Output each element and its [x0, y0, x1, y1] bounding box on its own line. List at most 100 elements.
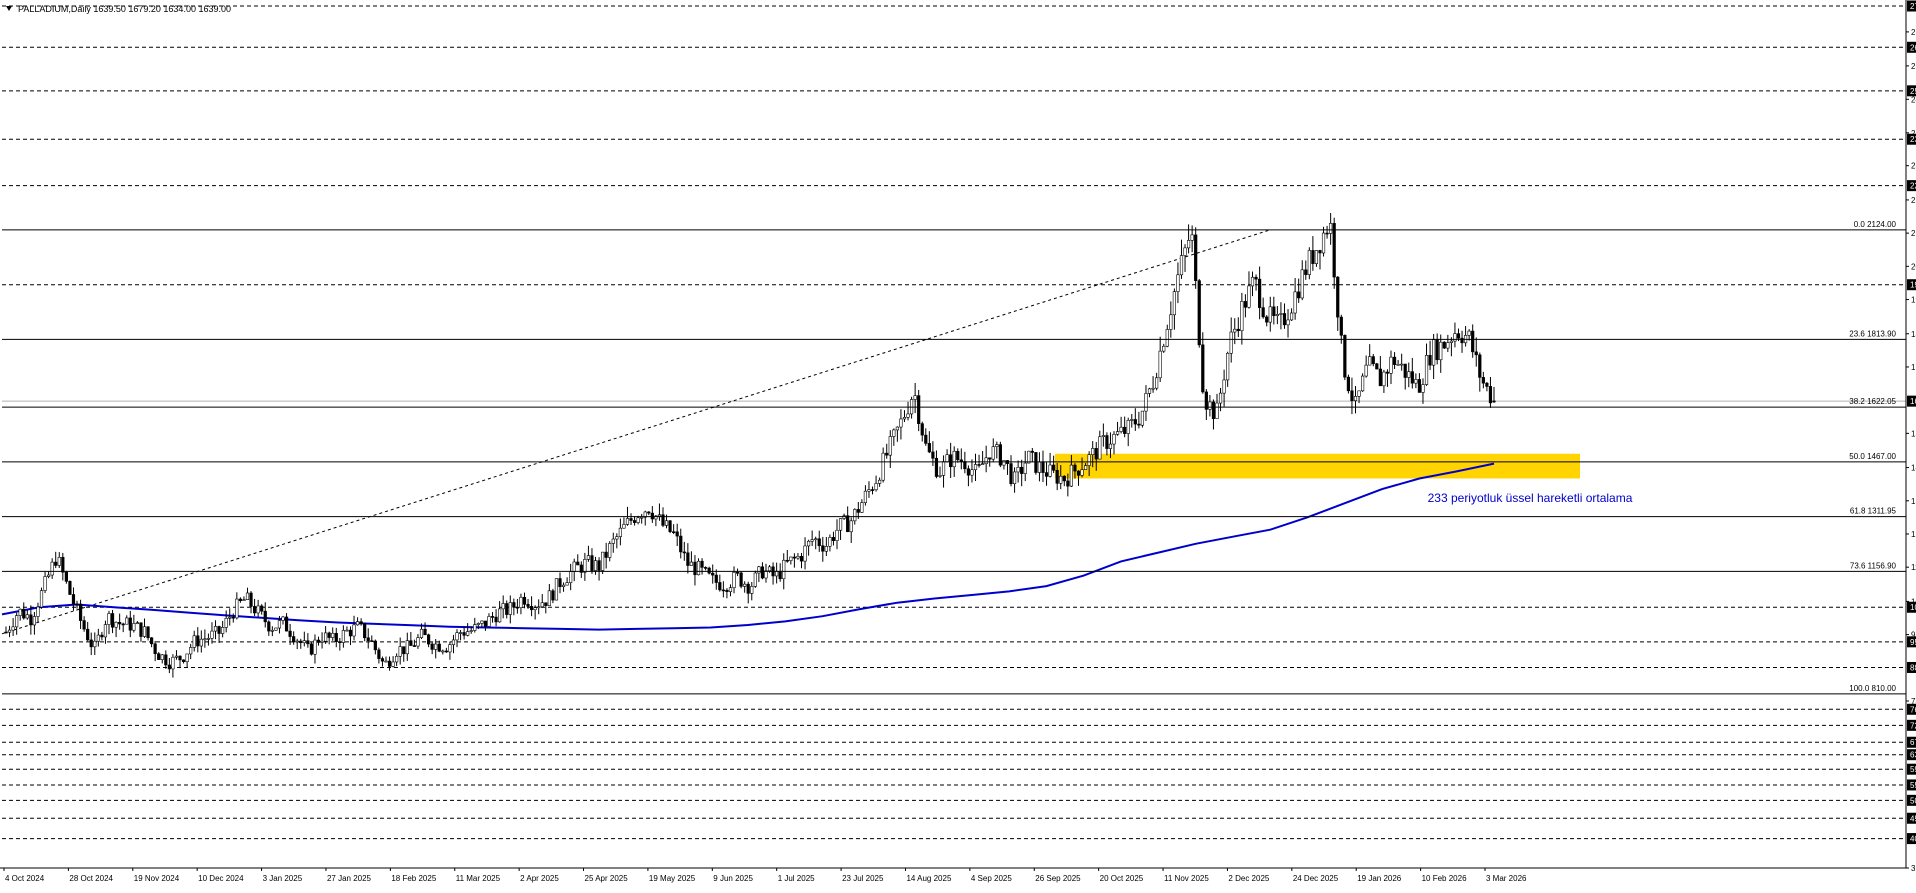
candle-body — [902, 417, 907, 420]
candle-body — [228, 616, 232, 619]
candle-body — [1155, 377, 1159, 389]
candle-body — [1098, 436, 1102, 460]
candle-body — [387, 660, 392, 667]
price-level-badge[interactable]: 884.65 — [1907, 661, 1916, 673]
fib-level-label: 0.0 2124.00 — [1854, 220, 1897, 229]
price-level-badge[interactable]: 957.30 — [1907, 636, 1916, 648]
price-level-badge[interactable]: 2518.00 — [1907, 85, 1916, 97]
candle-body — [1421, 384, 1425, 393]
support-zone-rect[interactable] — [1055, 453, 1580, 479]
candle-body — [604, 551, 608, 558]
time-tick-label: 3 Jan 2025 — [263, 874, 303, 883]
price-tick-label: 1262.75 — [1911, 530, 1916, 539]
candle-body — [583, 559, 587, 573]
candle-body — [601, 551, 605, 571]
candle-body — [487, 616, 491, 627]
candle-body — [1087, 454, 1091, 466]
candle-body — [498, 608, 502, 623]
price-level-badge[interactable]: 2249.45 — [1907, 180, 1916, 192]
candle-body — [1137, 423, 1141, 426]
candle-body — [334, 632, 338, 643]
price-level-badge[interactable]: 637.60 — [1907, 749, 1916, 761]
time-tick-label: 28 Oct 2024 — [69, 874, 113, 883]
price-level-badge[interactable]: 2380.90 — [1907, 133, 1916, 145]
candle-body — [61, 556, 65, 573]
fib-level-label: 73.6 1156.90 — [1850, 561, 1897, 570]
time-tick-label: 19 Nov 2024 — [134, 874, 180, 883]
candle-body — [725, 589, 729, 592]
price-tick-label: 2493.95 — [1911, 95, 1916, 104]
candle-body — [647, 511, 651, 514]
candle — [68, 580, 72, 595]
candle-body — [288, 630, 292, 637]
candle-body — [57, 556, 61, 566]
candle — [1194, 227, 1198, 289]
candle-body — [1012, 471, 1017, 485]
candle-body — [558, 578, 562, 588]
price-level-badge[interactable]: 766.25 — [1907, 703, 1916, 715]
candle-body — [1453, 333, 1457, 342]
price-level-badge-text: 2518.00 — [1910, 87, 1916, 96]
candle-body — [1286, 319, 1290, 326]
price-level-badge[interactable]: 457.55 — [1907, 812, 1916, 824]
price-chart[interactable]: 0.0 2124.00 23.6 1813.90 38.2 1622.05 50.0 … — [0, 0, 1916, 888]
price-level-badge[interactable]: 672.85 — [1907, 736, 1916, 748]
candle-body — [15, 615, 19, 628]
price-level-badge[interactable]: 508.30 — [1907, 794, 1916, 806]
candle-body — [1261, 307, 1265, 318]
candle-body — [899, 418, 903, 428]
chart-window[interactable]: 0.0 2124.00 23.6 1813.90 38.2 1622.05 50.0 … — [0, 0, 1916, 888]
candle-body — [949, 454, 953, 468]
fib-level-label: 50.0 1467.00 — [1849, 452, 1896, 461]
candle-body — [54, 561, 58, 566]
candle-body — [565, 582, 569, 586]
candle — [707, 566, 711, 575]
candle-body — [1449, 340, 1453, 343]
candle-body — [1208, 401, 1212, 410]
candle-body — [618, 527, 622, 537]
price-level-badge[interactable]: 596.45 — [1907, 763, 1916, 775]
candle-body — [501, 603, 505, 610]
candle-body — [1400, 363, 1404, 366]
price-tick-label: 2588.60 — [1911, 62, 1916, 71]
candle — [1343, 334, 1347, 381]
candle-body — [1073, 464, 1077, 472]
candle-body — [1052, 464, 1056, 471]
price-level-badge[interactable]: 2641.30 — [1907, 41, 1916, 53]
price-level-badge[interactable]: 551.90 — [1907, 779, 1916, 791]
time-tick-label: 18 Feb 2025 — [391, 874, 436, 883]
price-level-badge[interactable]: 1968.80 — [1907, 279, 1916, 291]
candle-body — [118, 621, 122, 625]
price-level-badge[interactable]: 1639.00 — [1907, 395, 1916, 407]
price-level-badge-text: 720.75 — [1910, 721, 1916, 730]
candle-body — [988, 457, 992, 460]
price-level-badge-text: 672.85 — [1910, 738, 1916, 747]
candle-body — [164, 654, 168, 666]
candle-body — [402, 646, 406, 655]
candle-body — [39, 590, 44, 608]
candle-body — [224, 617, 228, 628]
candle-body — [938, 475, 942, 477]
candle-body — [277, 620, 282, 629]
candle-body — [529, 606, 534, 611]
candle-body — [1368, 356, 1372, 366]
price-tick-label: 2114.90 — [1911, 229, 1916, 238]
candle-body — [377, 649, 381, 659]
candle-body — [895, 426, 899, 431]
candle-body — [458, 632, 463, 634]
candle-body — [1048, 464, 1052, 477]
candle-body — [327, 632, 331, 638]
price-level-badge[interactable]: 1055.25 — [1907, 601, 1916, 613]
price-level-badge[interactable]: 2758.25 — [1907, 0, 1916, 12]
candle-body — [1215, 402, 1219, 419]
candle-body — [295, 640, 299, 643]
candle-body — [1222, 379, 1226, 394]
candle-body — [160, 654, 164, 660]
candle-body — [107, 613, 111, 625]
price-level-badge[interactable]: 720.75 — [1907, 719, 1916, 731]
price-level-badge[interactable]: 400.00 — [1907, 833, 1916, 845]
candle-body — [838, 518, 843, 531]
candle-body — [625, 518, 630, 525]
candle-body — [1080, 469, 1084, 476]
price-level-badge-text: 2380.90 — [1910, 135, 1916, 144]
